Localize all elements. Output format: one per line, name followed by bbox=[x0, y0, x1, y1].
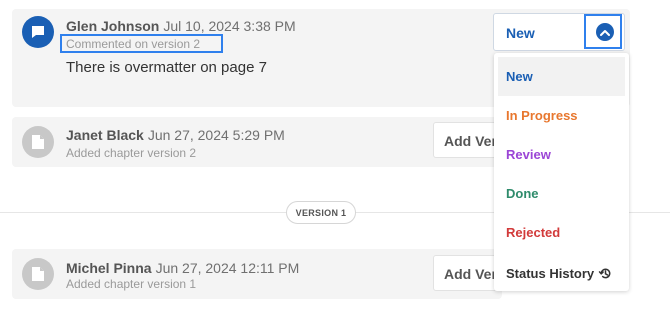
janet-date: Jun 27, 2024 5:29 PM bbox=[147, 127, 285, 143]
version-divider-label: VERSION 1 bbox=[286, 201, 356, 224]
janet-author: Janet Black bbox=[66, 127, 144, 143]
status-option-new[interactable]: New bbox=[498, 57, 625, 96]
document-icon bbox=[32, 135, 44, 149]
chat-bubble-icon bbox=[32, 26, 44, 38]
michel-header: Michel Pinna Jun 27, 2024 12:11 PM bbox=[66, 260, 299, 276]
janet-avatar bbox=[22, 126, 54, 158]
chevron-up-icon bbox=[596, 23, 614, 41]
status-dropdown-menu: New In Progress Review Done Rejected Sta… bbox=[494, 53, 629, 291]
janet-header: Janet Black Jun 27, 2024 5:29 PM bbox=[66, 127, 285, 143]
status-toggle-button[interactable] bbox=[584, 14, 622, 49]
activity-page: Glen Johnson Jul 10, 2024 3:38 PM Comment… bbox=[0, 0, 670, 309]
comment-author: Glen Johnson bbox=[66, 18, 160, 34]
comment-date: Jul 10, 2024 3:38 PM bbox=[163, 18, 296, 34]
janet-note: Added chapter version 2 bbox=[66, 146, 197, 160]
status-history-label: Status History bbox=[506, 266, 595, 281]
michel-date: Jun 27, 2024 12:11 PM bbox=[155, 260, 300, 276]
status-option-rejected[interactable]: Rejected bbox=[498, 213, 625, 252]
status-option-label: Review bbox=[506, 147, 551, 162]
comment-text: There is overmatter on page 7 bbox=[66, 59, 267, 76]
add-version-button-michel[interactable]: Add Version bbox=[433, 255, 503, 291]
status-selected-value: New bbox=[506, 25, 535, 41]
status-option-label: New bbox=[506, 69, 533, 84]
version-note-highlight bbox=[60, 34, 223, 53]
status-option-label: Rejected bbox=[506, 225, 561, 240]
status-option-done[interactable]: Done bbox=[498, 174, 625, 213]
status-option-label: In Progress bbox=[506, 108, 578, 123]
history-icon bbox=[598, 268, 611, 279]
add-version-button-janet[interactable]: Add Version bbox=[433, 122, 503, 158]
status-option-in-progress[interactable]: In Progress bbox=[498, 96, 625, 135]
status-history-item[interactable]: Status History bbox=[498, 257, 625, 290]
michel-note: Added chapter version 1 bbox=[66, 277, 197, 291]
status-option-label: Done bbox=[506, 186, 539, 201]
michel-avatar bbox=[22, 258, 54, 290]
status-option-review[interactable]: Review bbox=[498, 135, 625, 174]
document-icon bbox=[32, 267, 44, 281]
comment-avatar bbox=[22, 16, 54, 48]
comment-header: Glen Johnson Jul 10, 2024 3:38 PM bbox=[66, 18, 296, 34]
michel-author: Michel Pinna bbox=[66, 260, 152, 276]
